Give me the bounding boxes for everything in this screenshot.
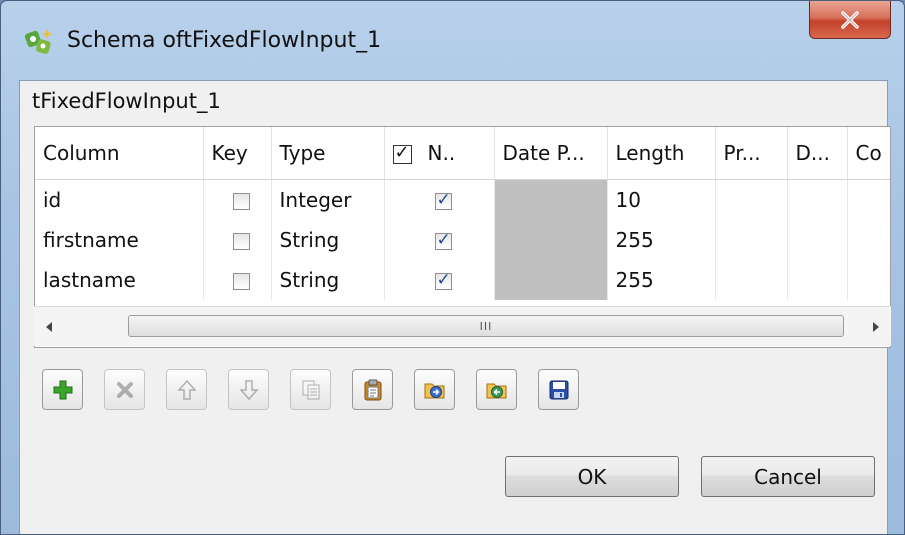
header-default[interactable]: D... <box>787 127 848 180</box>
save-icon <box>549 380 568 399</box>
header-nullable-label: N.. <box>427 141 456 165</box>
cell-date-pattern <box>494 260 608 300</box>
copy-button[interactable] <box>290 369 331 410</box>
cell-date-pattern <box>494 220 608 260</box>
cell-type[interactable]: Integer <box>271 179 385 220</box>
cell-key[interactable] <box>203 220 272 260</box>
cell-comment[interactable] <box>847 220 890 260</box>
scroll-left-button[interactable] <box>34 307 64 347</box>
move-up-button[interactable] <box>166 369 207 410</box>
cell-column[interactable]: firstname <box>35 220 204 260</box>
schema-app-icon <box>23 26 55 58</box>
table-header-row: Column Key Type N.. Date P... Length Pr.… <box>35 127 890 180</box>
horizontal-scrollbar[interactable]: III <box>34 306 891 346</box>
header-type[interactable]: Type <box>271 127 385 180</box>
cell-column[interactable]: lastname <box>35 260 204 300</box>
cell-default[interactable] <box>787 260 848 300</box>
cell-type[interactable]: String <box>271 260 385 300</box>
copy-icon <box>302 380 319 399</box>
remove-icon <box>116 381 133 398</box>
cancel-button[interactable]: Cancel <box>701 456 875 497</box>
header-date-pattern[interactable]: Date P... <box>494 127 608 180</box>
cell-comment[interactable] <box>847 179 890 220</box>
cell-column[interactable]: id <box>35 179 204 220</box>
paste-icon <box>364 379 381 400</box>
cell-length[interactable]: 255 <box>607 260 716 300</box>
remove-row-button[interactable] <box>104 369 145 410</box>
header-key[interactable]: Key <box>203 127 272 180</box>
cell-comment[interactable] <box>847 260 890 300</box>
add-row-button[interactable] <box>42 369 83 410</box>
scroll-right-button[interactable] <box>861 307 891 347</box>
cell-precision[interactable] <box>715 220 788 260</box>
close-button[interactable] <box>809 1 891 39</box>
cell-date-pattern <box>494 179 608 220</box>
move-down-icon <box>238 379 259 400</box>
cell-nullable[interactable] <box>384 260 495 300</box>
table-row[interactable]: lastname String 255 <box>35 260 890 300</box>
import-button[interactable] <box>414 369 455 410</box>
nullable-checkbox[interactable] <box>434 230 452 250</box>
table-row[interactable]: id Integer 10 <box>35 179 890 220</box>
header-comment[interactable]: Co <box>847 127 890 180</box>
header-nullable[interactable]: N.. <box>384 127 495 180</box>
ok-button[interactable]: OK <box>505 456 679 497</box>
cell-precision[interactable] <box>715 179 788 220</box>
title-bar[interactable]: Schema oftFixedFlowInput_1 <box>1 1 904 83</box>
cell-length[interactable]: 255 <box>607 220 716 260</box>
paste-button[interactable] <box>352 369 393 410</box>
nullable-checkbox[interactable] <box>434 190 452 210</box>
header-precision[interactable]: Pr... <box>715 127 788 180</box>
nullable-checkbox[interactable] <box>434 270 452 290</box>
export-icon <box>486 383 506 398</box>
cell-length[interactable]: 10 <box>607 179 716 220</box>
window-title: Schema oftFixedFlowInput_1 <box>67 28 382 53</box>
component-label: tFixedFlowInput_1 <box>32 89 221 113</box>
nullable-all-checkbox[interactable] <box>392 142 412 164</box>
header-column[interactable]: Column <box>35 127 204 180</box>
save-button[interactable] <box>538 369 579 410</box>
scrollbar-grip: III <box>479 319 493 333</box>
import-icon <box>424 383 444 398</box>
move-down-button[interactable] <box>228 369 269 410</box>
schema-dialog: Schema oftFixedFlowInput_1 tFixedFlowInp… <box>0 0 905 535</box>
cell-nullable[interactable] <box>384 179 495 220</box>
cell-precision[interactable] <box>715 260 788 300</box>
add-icon <box>53 380 72 399</box>
cell-nullable[interactable] <box>384 220 495 260</box>
move-up-icon <box>176 379 197 400</box>
export-button[interactable] <box>476 369 517 410</box>
table-row[interactable]: firstname String 255 <box>35 220 890 260</box>
close-icon <box>841 10 859 29</box>
cell-type[interactable]: String <box>271 220 385 260</box>
cell-default[interactable] <box>787 179 848 220</box>
scroll-right-icon <box>873 322 879 332</box>
key-checkbox[interactable] <box>232 233 250 250</box>
key-checkbox[interactable] <box>232 193 250 210</box>
cell-default[interactable] <box>787 220 848 260</box>
cell-key[interactable] <box>203 179 272 220</box>
scrollbar-thumb[interactable]: III <box>128 315 844 337</box>
dialog-body: tFixedFlowInput_1 Column Key Type N.. <box>19 80 891 534</box>
key-checkbox[interactable] <box>232 273 250 290</box>
cell-key[interactable] <box>203 260 272 300</box>
scroll-left-icon <box>46 322 52 332</box>
header-length[interactable]: Length <box>607 127 716 180</box>
schema-table: Column Key Type N.. Date P... Length Pr.… <box>35 127 890 300</box>
